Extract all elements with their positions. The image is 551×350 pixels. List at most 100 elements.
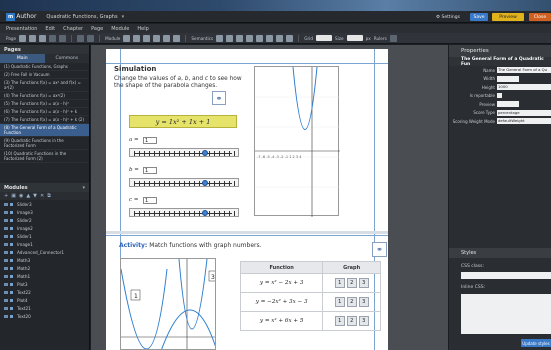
add-page-icon[interactable]	[19, 34, 27, 42]
visibility-icon[interactable]	[4, 314, 8, 318]
param-b-input[interactable]: 1	[143, 167, 157, 174]
module-item[interactable]: Image3	[0, 208, 89, 216]
menu-page[interactable]: Page	[91, 26, 103, 32]
visibility-icon[interactable]	[4, 234, 8, 238]
module-item[interactable]: Image1	[0, 240, 89, 248]
align-center-icon[interactable]	[226, 34, 234, 42]
lock-icon[interactable]	[10, 210, 13, 214]
button-module-icon[interactable]	[163, 34, 171, 42]
visibility-icon[interactable]	[4, 266, 8, 270]
simulation-description[interactable]: Change the values of a, b, and c to see …	[114, 76, 242, 90]
graph-choice-button[interactable]: 3	[358, 278, 369, 288]
lock-icon[interactable]	[10, 234, 13, 238]
graph-choice-button[interactable]: 3	[358, 316, 369, 326]
property-input[interactable]	[497, 101, 519, 108]
visibility-icon[interactable]	[4, 258, 8, 262]
module-item[interactable]: Text20	[0, 312, 89, 320]
visibility-icon[interactable]	[4, 210, 8, 214]
add-module-icon[interactable]: +	[4, 193, 8, 199]
visibility-icon[interactable]	[4, 250, 8, 254]
module-item[interactable]: Plot4	[0, 296, 89, 304]
graph-choice-button[interactable]: 1	[334, 278, 345, 288]
css-class-input[interactable]	[461, 272, 551, 279]
lock-icon[interactable]	[10, 282, 13, 286]
move-down-icon[interactable]: ▼	[33, 193, 37, 199]
visibility-icon[interactable]	[4, 202, 8, 206]
delete-page-icon[interactable]	[49, 34, 57, 42]
page-item[interactable]: (7) The Functions f(x) = a(x - h)² + k (…	[0, 116, 89, 124]
param-c-input[interactable]: 1	[143, 197, 157, 204]
property-input[interactable]: 1000	[497, 84, 551, 91]
lock-icon[interactable]	[10, 258, 13, 262]
module-item[interactable]: Math1	[0, 272, 89, 280]
visibility-icon[interactable]	[4, 242, 8, 246]
shape-module-icon[interactable]	[143, 34, 151, 42]
graph-choice-button[interactable]: 2	[346, 278, 357, 288]
page-item[interactable]: (8) The General Form of a Quadratic Func…	[0, 124, 89, 137]
visibility-icon[interactable]	[4, 306, 8, 310]
eye-icon[interactable]: ◉	[19, 193, 23, 199]
property-input[interactable]	[497, 75, 519, 82]
simulation-title[interactable]: Simulation	[114, 65, 156, 73]
graph-choice-button[interactable]: 1	[334, 297, 345, 307]
update-styles-button[interactable]: Update styles	[521, 339, 551, 347]
settings-button[interactable]: ⚙ Settings	[432, 13, 464, 21]
visibility-icon[interactable]	[4, 274, 8, 278]
slider-handle[interactable]	[202, 180, 208, 186]
slider-b[interactable]	[129, 178, 239, 187]
delete-module-icon[interactable]: ✕	[40, 193, 44, 199]
table-module-icon[interactable]	[153, 34, 161, 42]
page-item[interactable]: (3) The Functions f(x) = ax² and f(x) = …	[0, 79, 89, 92]
page-settings-icon[interactable]	[59, 34, 67, 42]
graph-choice-button[interactable]: 1	[334, 316, 345, 326]
align-left-icon[interactable]	[216, 34, 224, 42]
page-item[interactable]: (10) Quadratic Functions in the Factoriz…	[0, 150, 89, 163]
module-item[interactable]: Slider3	[0, 200, 89, 208]
media-module-icon[interactable]	[173, 34, 181, 42]
redo-icon[interactable]	[87, 34, 95, 42]
module-item[interactable]: Slider2	[0, 216, 89, 224]
menu-edit[interactable]: Edit	[45, 26, 55, 32]
tab-commons[interactable]: Commons	[45, 54, 90, 63]
size-field[interactable]	[346, 35, 363, 41]
menu-help[interactable]: Help	[137, 26, 148, 32]
connector-icon[interactable]: ⚭	[372, 242, 387, 257]
paste-page-icon[interactable]	[39, 34, 47, 42]
page-item[interactable]: (4) The Functions f(x) = ax²(2)	[0, 92, 89, 100]
lock-icon[interactable]	[10, 250, 13, 254]
module-item[interactable]: Text21	[0, 304, 89, 312]
close-button[interactable]: Close	[529, 13, 551, 21]
lock-icon[interactable]	[10, 266, 13, 270]
slider-handle[interactable]	[202, 150, 208, 156]
copy-page-icon[interactable]	[29, 34, 37, 42]
page-item[interactable]: (6) The Functions f(x) = a(x - h)² + k	[0, 108, 89, 116]
lock-icon[interactable]	[10, 274, 13, 278]
lock-icon[interactable]	[10, 202, 13, 206]
reportable-checkbox[interactable]	[497, 93, 502, 99]
lock-icon[interactable]	[10, 314, 13, 318]
lock-icon[interactable]	[10, 290, 13, 294]
align-right-icon[interactable]	[236, 34, 244, 42]
page-item[interactable]: (1) Quadratic Functions, Graphs	[0, 63, 89, 71]
property-input[interactable]: The General Form of a Qu	[497, 67, 551, 74]
module-item[interactable]: Plot3	[0, 280, 89, 288]
slider-handle[interactable]	[202, 210, 208, 216]
lock-icon[interactable]	[10, 298, 13, 302]
lock-icon[interactable]: ▣	[11, 193, 16, 199]
module-item[interactable]: Slider1	[0, 232, 89, 240]
align-bottom-icon[interactable]	[266, 34, 274, 42]
module-item[interactable]: Math2	[0, 264, 89, 272]
collapse-icon[interactable]: ▾	[82, 185, 85, 191]
visibility-icon[interactable]	[4, 282, 8, 286]
save-button[interactable]: Save	[470, 13, 488, 21]
lock-icon[interactable]	[10, 226, 13, 230]
module-item[interactable]: Text22	[0, 288, 89, 296]
document-title[interactable]: Quadratic Functions, Graphs	[46, 14, 117, 20]
move-up-icon[interactable]: ▲	[26, 193, 30, 199]
menu-presentation[interactable]: Presentation	[6, 26, 37, 32]
lock-icon[interactable]	[10, 242, 13, 246]
text-module-icon[interactable]	[123, 34, 131, 42]
undo-icon[interactable]	[77, 34, 85, 42]
align-top-icon[interactable]	[246, 34, 254, 42]
lock-icon[interactable]	[10, 218, 13, 222]
